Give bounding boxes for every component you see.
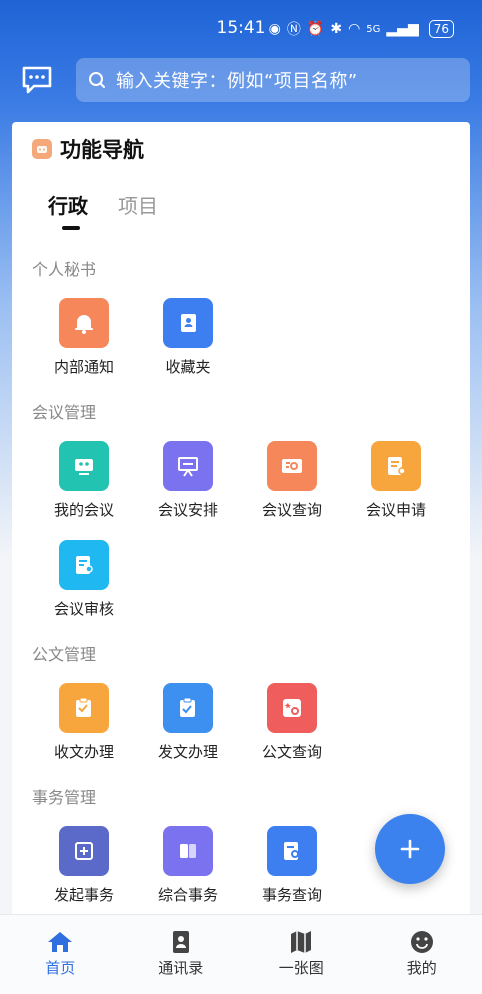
function-nav-panel: 功能导航 行政 项目 个人秘书 内部通知 收藏夹 会议管理 我的会议 会议安排 …: [12, 122, 470, 922]
nav-tab-profile[interactable]: 我的: [362, 915, 482, 994]
search-placeholder: 输入关键字：例如“项目名称”: [116, 71, 358, 92]
contact-book-icon: [163, 298, 213, 348]
nav-tab-label: 我的: [406, 959, 437, 977]
chat-bubble-icon: [22, 66, 52, 94]
message-button[interactable]: [20, 64, 54, 96]
home-icon: [48, 932, 73, 952]
wifi-icon: ◠: [348, 21, 361, 37]
nav-item-doc-receive[interactable]: 收文办理: [32, 683, 136, 762]
eye-icon: ◉: [268, 21, 281, 37]
smiley-face-icon: [410, 931, 433, 953]
top-bar: 输入关键字：例如“项目名称”: [0, 56, 482, 108]
status-icons: ◉ Ⓝ ⏰ ✱ ◠ 5G ▂▄▆ 76: [269, 19, 454, 39]
nav-tab-home[interactable]: 首页: [0, 915, 121, 994]
meeting-search-icon: [267, 441, 317, 491]
nav-item-my-meetings[interactable]: 我的会议: [32, 441, 136, 520]
search-input[interactable]: 输入关键字：例如“项目名称”: [76, 58, 470, 102]
nav-item-general-affairs[interactable]: 综合事务: [136, 826, 240, 905]
nav-item-start-affair[interactable]: 发起事务: [32, 826, 136, 905]
nav-item-label: 事务查询: [261, 886, 322, 904]
meeting-room-icon: [59, 441, 109, 491]
nav-item-label: 内部通知: [53, 358, 114, 376]
nav-item-label: 收文办理: [53, 743, 114, 761]
section-title-documents: 公文管理: [32, 645, 97, 664]
doc-send-icon: [163, 683, 213, 733]
nav-tab-label: 首页: [45, 959, 76, 977]
meeting-review-icon: [59, 540, 109, 590]
category-tabs: 行政 项目: [48, 190, 158, 230]
panel-header: 功能导航: [32, 134, 144, 164]
nav-item-meeting-review[interactable]: 会议审核: [32, 540, 136, 619]
address-book-icon: [172, 931, 189, 953]
nav-item-label: 会议查询: [261, 501, 322, 519]
plus-icon: [400, 839, 420, 859]
doc-search-icon: [267, 683, 317, 733]
presentation-board-icon: [163, 441, 213, 491]
network-label: 5G: [366, 23, 381, 35]
nav-item-label: 收藏夹: [165, 358, 211, 376]
signal-icon: ▂▄▆: [386, 21, 419, 37]
nav-tab-map[interactable]: 一张图: [241, 915, 362, 994]
tab-admin[interactable]: 行政: [48, 190, 88, 230]
nav-item-label: 发起事务: [53, 886, 114, 904]
nav-item-label: 会议申请: [365, 501, 426, 519]
map-icon: [291, 931, 312, 953]
bottom-nav: 首页 通讯录 一张图 我的: [0, 914, 482, 994]
add-task-icon: [59, 826, 109, 876]
nav-item-label: 公文查询: [261, 743, 322, 761]
nav-item-internal-notice[interactable]: 内部通知: [32, 298, 136, 377]
search-icon: [89, 72, 105, 88]
section-title-affairs: 事务管理: [32, 788, 97, 807]
nav-item-favorites[interactable]: 收藏夹: [136, 298, 240, 377]
nav-item-doc-send[interactable]: 发文办理: [136, 683, 240, 762]
tab-project[interactable]: 项目: [118, 190, 158, 219]
section-title-meetings: 会议管理: [32, 403, 97, 422]
nav-item-affair-query[interactable]: 事务查询: [240, 826, 344, 905]
section-title-personal: 个人秘书: [32, 260, 97, 279]
nav-item-label: 综合事务: [157, 886, 218, 904]
alarm-icon: ⏰: [306, 21, 325, 37]
bluetooth-icon: ✱: [330, 21, 343, 37]
doc-receive-icon: [59, 683, 109, 733]
add-fab-button[interactable]: [375, 814, 445, 884]
panel-title: 功能导航: [60, 138, 144, 162]
status-bar: 15:41 ◉ Ⓝ ⏰ ✱ ◠ 5G ▂▄▆ 76: [0, 0, 482, 56]
nav-item-label: 会议审核: [53, 600, 114, 618]
nav-item-meeting-apply[interactable]: 会议申请: [344, 441, 448, 520]
meeting-apply-icon: [371, 441, 421, 491]
nav-tab-label: 一张图: [278, 959, 324, 977]
nav-item-meeting-schedule[interactable]: 会议安排: [136, 441, 240, 520]
nfc-icon: Ⓝ: [286, 22, 301, 38]
general-affairs-icon: [163, 826, 213, 876]
nav-item-label: 发文办理: [157, 743, 218, 761]
nav-tab-label: 通讯录: [158, 959, 204, 977]
bell-icon: [59, 298, 109, 348]
nav-item-doc-query[interactable]: 公文查询: [240, 683, 344, 762]
nav-tab-contacts[interactable]: 通讯录: [121, 915, 242, 994]
battery-indicator: 76: [428, 20, 454, 38]
nav-item-label: 会议安排: [157, 501, 218, 519]
nav-item-label: 我的会议: [53, 501, 114, 519]
nav-item-meeting-query[interactable]: 会议查询: [240, 441, 344, 520]
task-search-icon: [267, 826, 317, 876]
robot-face-icon: [32, 139, 52, 159]
